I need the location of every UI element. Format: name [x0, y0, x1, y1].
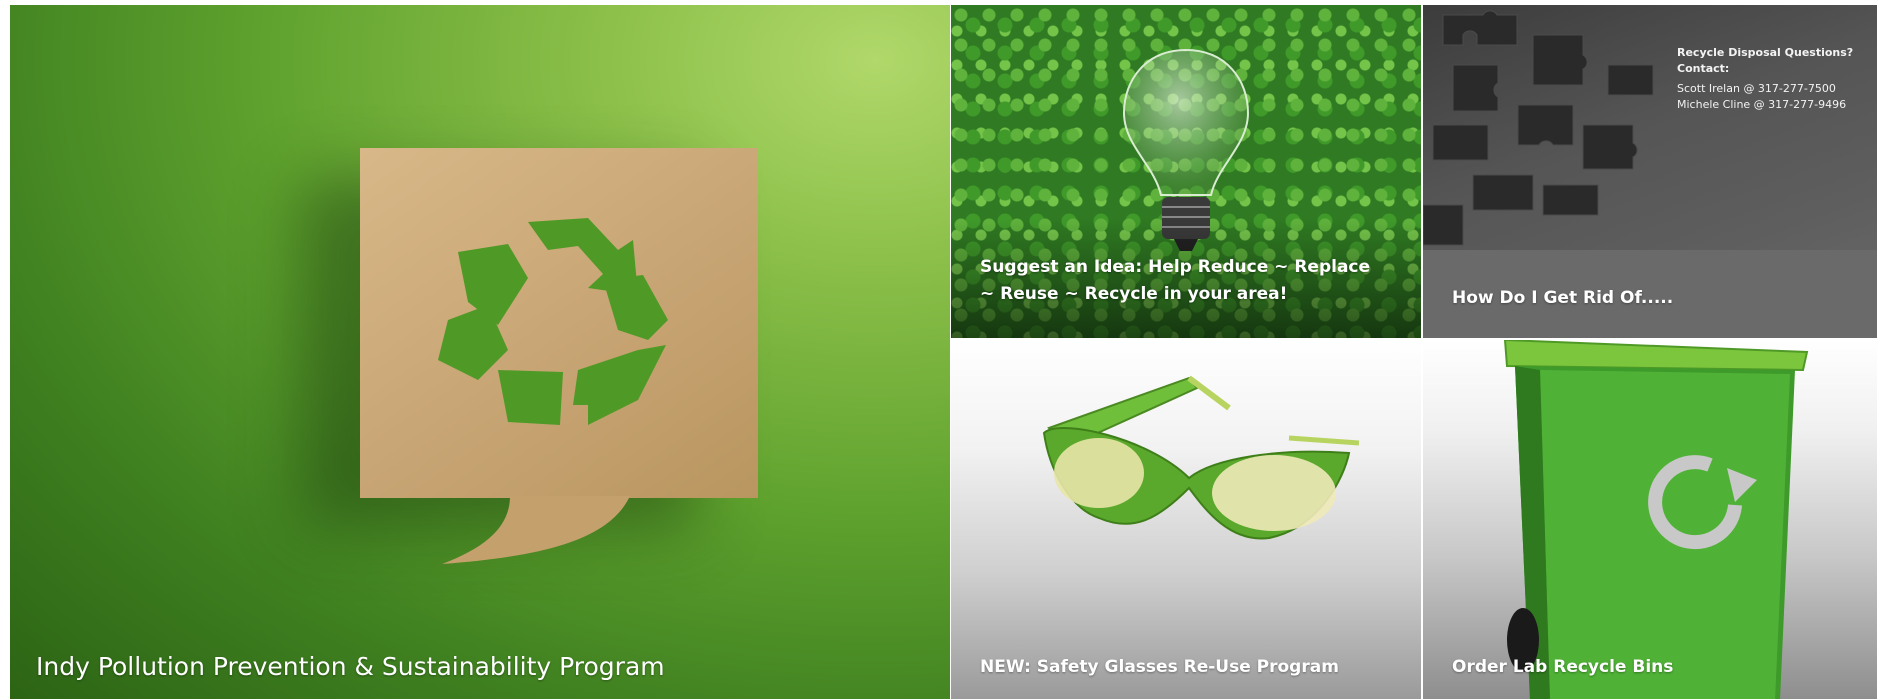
- contact-title: Recycle Disposal Questions? Contact:: [1677, 46, 1854, 75]
- recycle-contact-info: Recycle Disposal Questions? Contact: Sco…: [1677, 45, 1877, 113]
- bin-caption: Order Lab Recycle Bins: [1452, 657, 1674, 677]
- tile-order-recycle-bins[interactable]: Order Lab Recycle Bins: [1423, 340, 1877, 699]
- puzzle-caption: How Do I Get Rid Of.....: [1452, 288, 1674, 308]
- puzzle-pieces-icon: [1423, 10, 1654, 246]
- speech-bubble-box: [360, 148, 758, 564]
- tile-safety-glasses[interactable]: NEW: Safety Glasses Re-Use Program: [951, 340, 1421, 699]
- safety-glasses-icon: [1042, 375, 1360, 540]
- hero-tile-pollution-prevention[interactable]: Indy Pollution Prevention & Sustainabili…: [10, 5, 950, 699]
- recycle-bin-icon: [1503, 340, 1809, 699]
- glasses-caption: NEW: Safety Glasses Re-Use Program: [980, 657, 1339, 677]
- bulb-caption: Suggest an Idea: Help Reduce ~ Replace ~…: [980, 257, 1371, 304]
- recycle-icon: [438, 218, 668, 425]
- contact-michele: Michele Cline @ 317-277-9496: [1677, 98, 1847, 111]
- tile-suggest-idea[interactable]: Suggest an Idea: Help Reduce ~ Replace ~…: [951, 5, 1421, 338]
- contact-scott: Scott Irelan @ 317-277-7500: [1677, 82, 1836, 95]
- hero-caption: Indy Pollution Prevention & Sustainabili…: [36, 652, 665, 681]
- tile-how-do-i-get-rid-of[interactable]: Recycle Disposal Questions? Contact: Sco…: [1423, 5, 1877, 338]
